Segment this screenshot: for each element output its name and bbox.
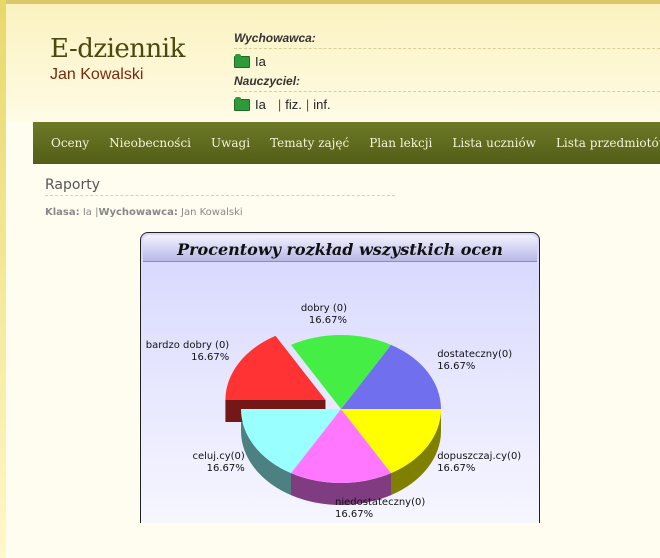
user-name: Jan Kowalski [50,66,144,83]
grade-distribution-chart: Procentowy rozkład wszystkich ocen dosta… [140,232,540,523]
pie-chart-svg: dostateczny(0)16.67%dopuszczaj.cy(0)16.6… [146,303,522,520]
nauczyciel-section: Nauczyciel: Ia | fiz. | inf. [234,74,660,112]
page-title: Raporty [45,177,395,196]
header: E-dziennik Jan Kowalski Wychowawca: Ia N… [6,4,660,122]
wychowawca-section: Wychowawca: Ia [234,31,660,69]
class-value: Ia [82,207,92,218]
teacher-value: Jan Kowalski [181,207,243,218]
pie-label: bardzo dobry (0) [146,340,230,351]
nav-item-nieobecnosci[interactable]: Nieobecności [109,136,191,150]
subject-link-fiz[interactable]: fiz. [285,97,302,112]
main-nav: Oceny Nieobecności Uwagi Tematy zajęć Pl… [33,122,660,164]
class-label: Klasa: [45,207,80,218]
pie-percent-label: 16.67% [191,352,229,363]
pie-label: dobry (0) [301,303,347,314]
folder-icon [234,96,250,111]
wychowawca-label: Wychowawca: [234,31,660,49]
pie-label: celuj.cy(0) [192,451,244,462]
nauczyciel-label: Nauczyciel: [234,74,660,92]
pie-label: dostateczny(0) [437,349,512,360]
nav-item-lista-przedmiotow[interactable]: Lista przedmiotów [556,136,660,150]
pie-percent-label: 16.67% [437,463,475,474]
pie-percent-label: 16.67% [309,315,347,326]
teacher-label: Wychowawca: [98,207,178,218]
nav-item-plan-lekcji[interactable]: Plan lekcji [369,136,432,150]
pie-label: niedostateczny(0) [335,497,425,508]
pie-percent-label: 16.67% [207,463,245,474]
folder-icon [234,53,250,68]
nav-item-uwagi[interactable]: Uwagi [211,136,250,150]
nav-item-oceny[interactable]: Oceny [51,136,89,150]
nav-item-tematy-zajec[interactable]: Tematy zajęć [270,136,349,150]
pie-percent-label: 16.67% [335,509,373,520]
wychowawca-class-link[interactable]: Ia [255,54,266,69]
nauczyciel-class-link[interactable]: Ia [255,97,266,112]
pie-percent-label: 16.67% [437,361,475,372]
nav-item-lista-uczniow[interactable]: Lista uczniów [452,136,536,150]
class-info: Klasa: Ia |Wychowawca: Jan Kowalski [45,207,243,218]
pie-label: dopuszczaj.cy(0) [437,451,521,462]
subject-link-inf[interactable]: inf. [313,97,330,112]
app-title[interactable]: E-dziennik [50,34,185,64]
